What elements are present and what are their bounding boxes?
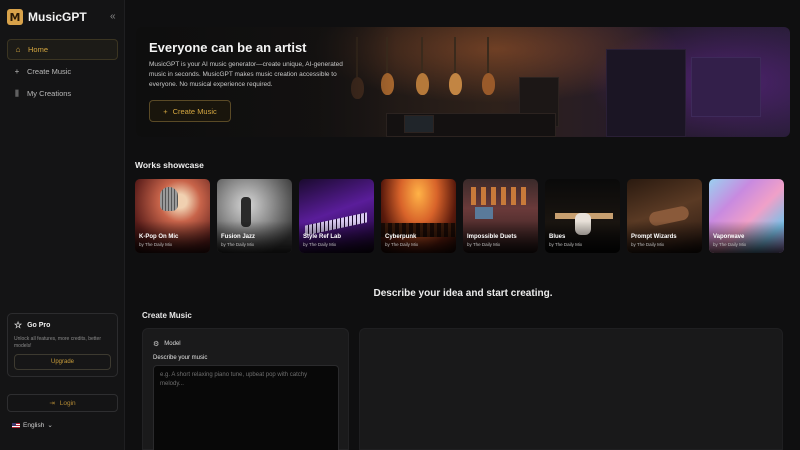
go-pro-title: Go Pro	[27, 322, 51, 329]
showcase-card[interactable]: Blues by The Daily Mix	[545, 179, 620, 253]
sidebar-item-home[interactable]: ⌂ Home	[7, 39, 118, 60]
app: M MusicGPT « ⌂ Home + Create Music ⫼ My …	[0, 0, 800, 450]
guitar-wall-image	[471, 187, 529, 205]
main-content: Everyone can be an artist MusicGPT is yo…	[126, 0, 800, 450]
sidebar-item-label: Create Music	[27, 67, 72, 76]
upgrade-button[interactable]: Upgrade	[14, 354, 111, 370]
go-pro-card: ☆ Go Pro Unlock all features, more credi…	[7, 313, 118, 377]
showcase-author: by The Daily Mix	[467, 242, 501, 247]
showcase-author: by The Daily Mix	[139, 242, 173, 247]
hero-button-label: Create Music	[172, 106, 217, 116]
hero-title: Everyone can be an artist	[149, 40, 307, 55]
showcase-title: Blues	[549, 234, 566, 240]
microphone-image	[160, 187, 178, 211]
go-pro-text: Unlock all features, more credits, bette…	[14, 336, 101, 349]
star-icon: ☆	[14, 320, 23, 330]
brand-name: MusicGPT	[28, 10, 87, 24]
brand[interactable]: M MusicGPT	[7, 9, 87, 25]
create-music-form: ⚙ Model Describe your music	[142, 328, 349, 450]
collapse-sidebar-icon[interactable]: «	[110, 11, 116, 22]
showcase-title: Vaporwave	[713, 234, 745, 240]
sidebar-item-my-creations[interactable]: ⫼ My Creations	[7, 83, 118, 104]
login-icon: ⇥	[49, 400, 55, 407]
sidebar-nav: ⌂ Home + Create Music ⫼ My Creations	[7, 39, 118, 105]
create-music-title: Create Music	[142, 311, 192, 320]
showcase-title: Cyberpunk	[385, 234, 417, 240]
showcase-title: K-Pop On Mic	[139, 234, 179, 240]
output-panel	[359, 328, 783, 450]
login-button[interactable]: ⇥ Login	[7, 394, 118, 412]
language-selector[interactable]: English ⌄	[12, 421, 53, 429]
showcase-card[interactable]: Cyberpunk by The Daily Mix	[381, 179, 456, 253]
showcase-author: by The Daily Mix	[713, 242, 747, 247]
works-showcase-title: Works showcase	[135, 160, 204, 170]
music-description-input[interactable]	[153, 365, 339, 450]
go-pro-header: ☆ Go Pro	[14, 320, 111, 331]
studio-screen-image	[475, 207, 493, 219]
showcase-card[interactable]: Vaporwave by The Daily Mix	[709, 179, 784, 253]
us-flag-icon	[12, 422, 20, 428]
plus-icon: +	[14, 67, 20, 76]
library-icon: ⫼	[15, 88, 19, 98]
hero-banner: Everyone can be an artist MusicGPT is yo…	[136, 27, 790, 137]
chevron-down-icon: ⌄	[47, 422, 53, 429]
showcase-title: Style Ref Lab	[303, 234, 342, 240]
model-selector[interactable]: ⚙ Model	[153, 340, 181, 348]
showcase-title: Fusion Jazz	[221, 234, 256, 240]
showcase-author: by The Daily Mix	[549, 242, 583, 247]
showcase-author: by The Daily Mix	[631, 242, 665, 247]
describe-music-label: Describe your music	[153, 355, 208, 361]
sidebar: M MusicGPT « ⌂ Home + Create Music ⫼ My …	[0, 0, 125, 450]
hero-create-music-button[interactable]: + Create Music	[149, 100, 231, 122]
home-icon: ⌂	[15, 45, 21, 54]
showcase-title: Prompt Wizards	[631, 234, 677, 240]
musicgpt-logo-icon: M	[7, 9, 23, 25]
showcase-card[interactable]: Prompt Wizards by The Daily Mix	[627, 179, 702, 253]
showcase-title: Impossible Duets	[467, 234, 517, 240]
gear-icon: ⚙	[153, 341, 160, 348]
showcase-card[interactable]: K-Pop On Mic by The Daily Mix	[135, 179, 210, 253]
showcase-author: by The Daily Mix	[385, 242, 419, 247]
sidebar-item-label: My Creations	[27, 89, 72, 98]
showcase-author: by The Daily Mix	[221, 242, 255, 247]
plus-icon: +	[163, 106, 168, 116]
sidebar-item-label: Home	[28, 45, 49, 54]
showcase-card[interactable]: Style Ref Lab by The Daily Mix	[299, 179, 374, 253]
sidebar-item-create-music[interactable]: + Create Music	[7, 61, 118, 82]
describe-headline: Describe your idea and start creating.	[373, 288, 553, 299]
login-label: Login	[59, 399, 76, 407]
works-showcase: K-Pop On Mic by The Daily Mix Fusion Jaz…	[135, 179, 784, 253]
showcase-author: by The Daily Mix	[303, 242, 337, 247]
model-label: Model	[164, 341, 181, 347]
hero-description: MusicGPT is your AI music generator—crea…	[149, 61, 343, 88]
showcase-card[interactable]: Impossible Duets by The Daily Mix	[463, 179, 538, 253]
showcase-card[interactable]: Fusion Jazz by The Daily Mix	[217, 179, 292, 253]
language-label: English	[23, 421, 45, 429]
